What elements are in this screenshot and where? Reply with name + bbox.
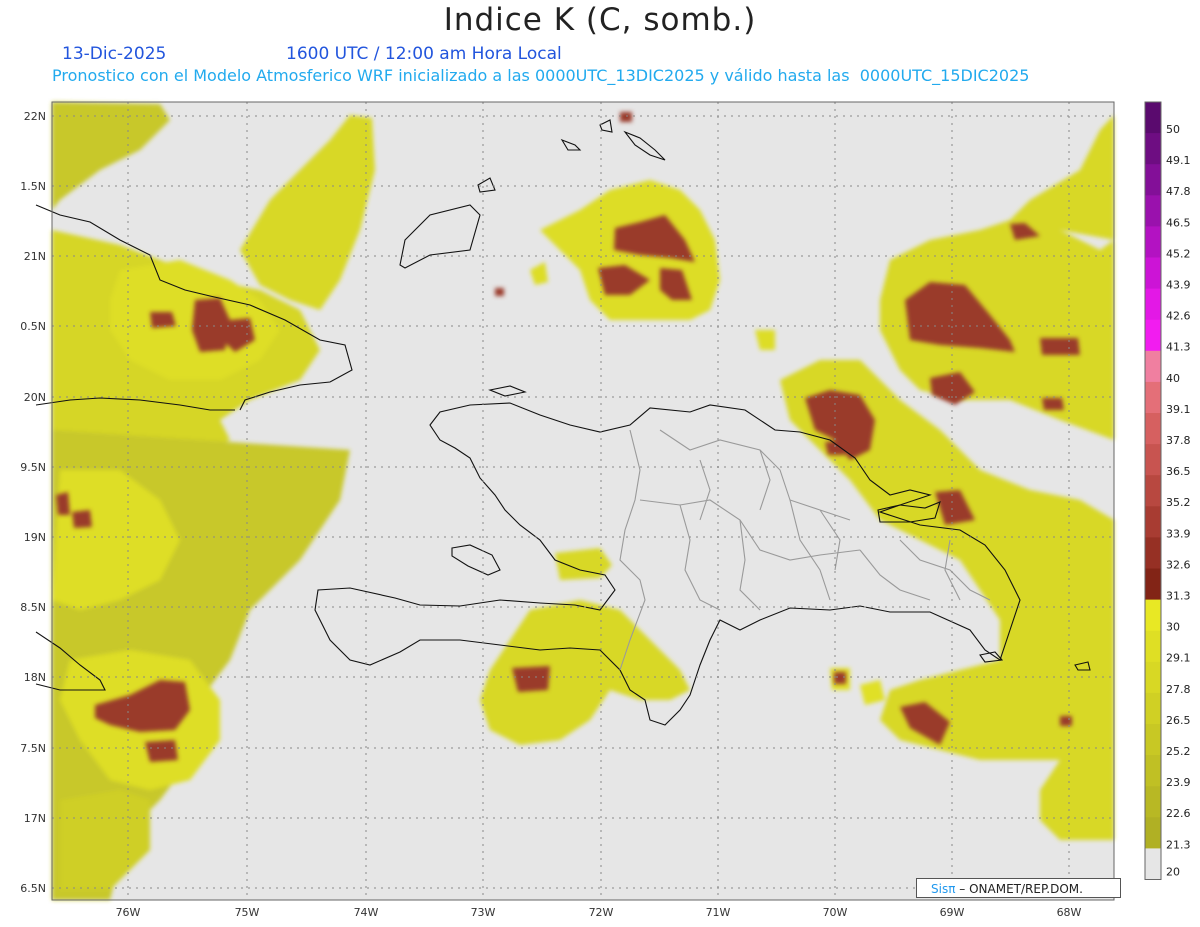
colorbar-label: 29.1 [1166,652,1191,665]
colorbar-label: 35.2 [1166,496,1191,509]
colorbar-label: 23.9 [1166,776,1191,789]
lat-label: 1.5N [20,180,46,193]
lat-label: 18N [24,671,46,684]
colorbar-label: 33.9 [1166,527,1191,540]
lat-label: 9.5N [20,461,46,474]
colorbar-swatch [1145,475,1161,507]
k-index-map: 22N 1.5N 21N 0.5N 20N 9.5N 19N 8.5N 18N … [20,101,1191,919]
colorbar-label: 47.8 [1166,185,1191,198]
colorbar-swatch [1145,692,1161,725]
colorbar-swatch [1145,817,1161,849]
colorbar-swatch [1145,164,1161,196]
lat-label: 22N [24,110,46,123]
credit-box: Sisπ – ONAMET/REP.DOM. [916,878,1121,898]
colorbar-swatch [1145,661,1161,694]
colorbar-swatch [1145,786,1161,818]
lat-label: 17N [24,812,46,825]
lat-label: 0.5N [20,320,46,333]
lat-label: 20N [24,391,46,404]
colorbar-label: 46.5 [1166,216,1191,229]
colorbar-label: 32.6 [1166,558,1191,571]
longitude-labels: 76W 75W 74W 73W 72W 71W 70W 69W 68W [116,906,1082,919]
lat-label: 21N [24,250,46,263]
colorbar-swatch [1145,537,1161,569]
colorbar-swatch [1145,288,1161,321]
colorbar-swatch [1145,630,1161,663]
credit-org: – ONAMET/REP.DOM. [959,882,1083,896]
colorbar-label: 27.8 [1166,683,1191,696]
lon-label: 71W [706,906,731,919]
colorbar-swatch [1145,444,1161,476]
colorbar-label: 37.8 [1166,434,1191,447]
colorbar-label: 26.5 [1166,714,1191,727]
colorbar-label: 40 [1166,372,1180,385]
colorbar: 50 49.1 47.8 46.5 45.2 43.9 42.6 41.3 40 39.1 37.8… [1144,101,1191,880]
colorbar-label: 36.5 [1166,465,1191,478]
colorbar-label: 49.1 [1166,154,1191,167]
colorbar-swatch [1145,195,1161,227]
colorbar-label: 25.2 [1166,745,1191,758]
latitude-labels: 22N 1.5N 21N 0.5N 20N 9.5N 19N 8.5N 18N … [20,110,46,895]
lon-label: 75W [235,906,260,919]
lon-label: 72W [589,906,614,919]
colorbar-swatch [1145,381,1161,414]
lon-label: 74W [354,906,379,919]
colorbar-label: 22.6 [1166,807,1191,820]
colorbar-label: 21.3 [1166,838,1191,851]
colorbar-swatch [1145,350,1161,383]
colorbar-swatch [1145,133,1161,165]
colorbar-swatch [1145,226,1161,258]
credit-system: Sisπ [931,882,956,896]
lon-label: 73W [471,906,496,919]
colorbar-swatch [1145,506,1161,538]
colorbar-label: 41.3 [1166,341,1191,354]
colorbar-swatch [1145,724,1161,756]
lat-label: 8.5N [20,601,46,614]
colorbar-swatch [1145,599,1161,632]
colorbar-label: 39.1 [1166,403,1191,416]
colorbar-label: 45.2 [1166,247,1191,260]
colorbar-label: 43.9 [1166,279,1191,292]
colorbar-label: 20 [1166,865,1180,878]
colorbar-label: 31.3 [1166,590,1191,603]
lon-label: 69W [940,906,965,919]
lat-label: 19N [24,531,46,544]
colorbar-label: 50 [1166,123,1180,136]
colorbar-swatch [1145,257,1161,290]
lat-label: 7.5N [20,742,46,755]
colorbar-swatch [1145,755,1161,787]
lon-label: 76W [116,906,141,919]
colorbar-label: 30 [1166,621,1180,634]
colorbar-swatch [1145,319,1161,352]
lon-label: 68W [1057,906,1082,919]
colorbar-swatch [1145,102,1161,134]
lon-label: 70W [823,906,848,919]
colorbar-swatch [1145,848,1161,880]
colorbar-label: 42.6 [1166,310,1191,323]
colorbar-swatch [1145,568,1161,601]
colorbar-swatch [1145,413,1161,445]
lat-label: 6.5N [20,882,46,895]
